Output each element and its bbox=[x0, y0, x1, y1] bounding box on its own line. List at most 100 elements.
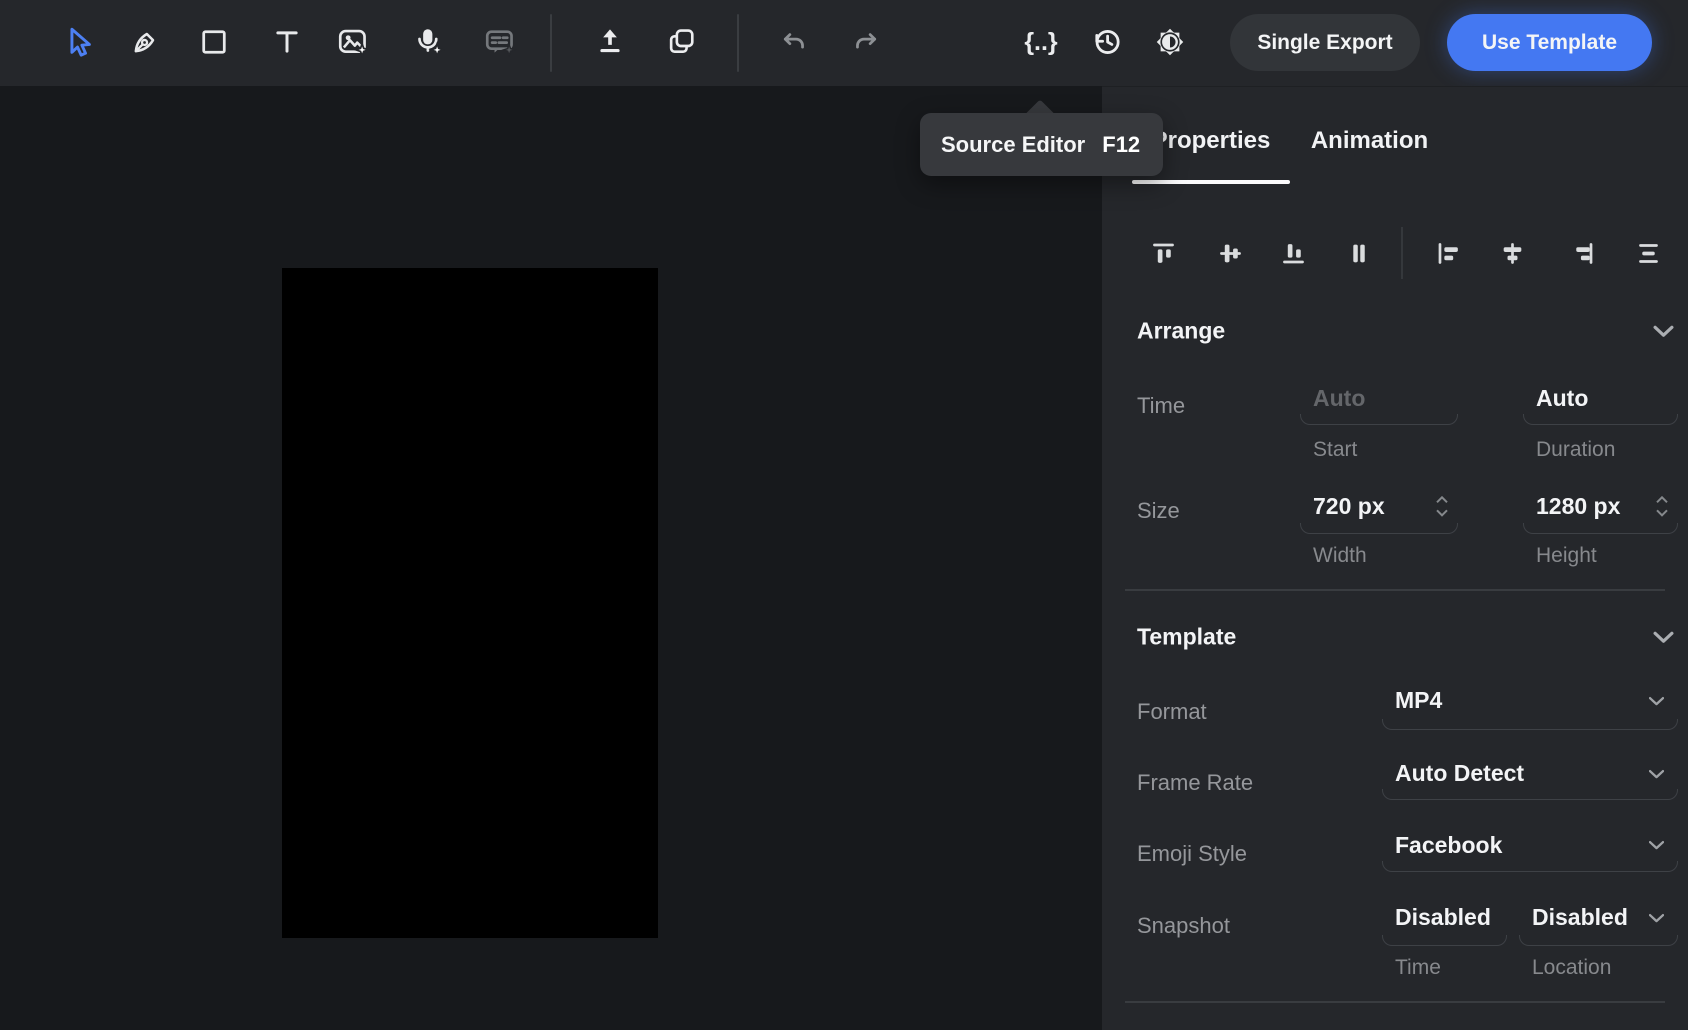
use-template-label: Use Template bbox=[1482, 31, 1617, 55]
align-row-divider bbox=[1401, 227, 1403, 279]
frame-rate-dropdown-chevron bbox=[1649, 766, 1664, 784]
snapshot-time-field[interactable]: Disabled bbox=[1382, 899, 1507, 946]
format-dropdown-chevron bbox=[1649, 693, 1664, 711]
width-stepper[interactable] bbox=[1434, 492, 1450, 524]
align-center-button[interactable] bbox=[1492, 233, 1532, 273]
rectangle-icon bbox=[198, 26, 230, 58]
height-stepper[interactable] bbox=[1654, 492, 1670, 524]
time-start-field[interactable] bbox=[1300, 381, 1458, 425]
redo-button[interactable] bbox=[843, 20, 887, 64]
snapshot-label: Snapshot bbox=[1137, 913, 1230, 939]
appearance-settings-button[interactable] bbox=[1148, 20, 1192, 64]
ai-image-icon bbox=[336, 25, 370, 59]
undo-icon bbox=[779, 26, 811, 58]
time-duration-field[interactable]: Auto bbox=[1523, 381, 1678, 425]
align-left-icon bbox=[1435, 240, 1462, 267]
height-field-underline bbox=[1523, 523, 1678, 534]
frame-rate-dropdown[interactable]: Auto Detect bbox=[1382, 757, 1678, 800]
size-label: Size bbox=[1137, 498, 1180, 524]
width-field-underline bbox=[1300, 523, 1458, 534]
tab-animation[interactable]: Animation bbox=[1297, 117, 1442, 165]
pen-icon bbox=[129, 26, 161, 58]
undo-button[interactable] bbox=[773, 20, 817, 64]
align-top-button[interactable] bbox=[1143, 233, 1183, 273]
distribute-vertical-icon bbox=[1635, 240, 1662, 267]
frame-rate-underline bbox=[1382, 789, 1678, 800]
time-label: Time bbox=[1137, 393, 1185, 419]
align-bottom-button[interactable] bbox=[1273, 233, 1313, 273]
shape-tool-button[interactable] bbox=[192, 20, 236, 64]
select-cursor-icon bbox=[61, 25, 95, 59]
canvas-area[interactable] bbox=[0, 86, 1102, 1030]
ai-voiceover-tool-button[interactable] bbox=[406, 20, 450, 64]
height-sublabel: Height bbox=[1536, 544, 1597, 568]
height-field[interactable]: 1280 px bbox=[1523, 489, 1678, 534]
tab-animation-label: Animation bbox=[1311, 127, 1428, 155]
pen-tool-button[interactable] bbox=[123, 20, 167, 64]
snapshot-location-underline bbox=[1519, 935, 1678, 946]
distribute-vertical-button[interactable] bbox=[1628, 233, 1668, 273]
text-tool-button[interactable] bbox=[265, 20, 309, 64]
upload-button[interactable] bbox=[588, 20, 632, 64]
emoji-style-value: Facebook bbox=[1382, 828, 1678, 862]
duration-value[interactable]: Auto bbox=[1523, 381, 1678, 415]
tab-properties-label: Properties bbox=[1152, 127, 1271, 155]
ai-image-tool-button[interactable] bbox=[331, 20, 375, 64]
active-tab-indicator bbox=[1132, 180, 1290, 184]
duration-sublabel: Duration bbox=[1536, 438, 1615, 462]
text-icon bbox=[271, 26, 303, 58]
version-history-icon bbox=[1090, 25, 1124, 59]
section-divider-2 bbox=[1125, 1001, 1665, 1003]
distribute-horizontal-button[interactable] bbox=[1338, 233, 1378, 273]
align-top-icon bbox=[1150, 240, 1177, 267]
emoji-style-underline bbox=[1382, 861, 1678, 872]
arrange-title: Arrange bbox=[1137, 318, 1225, 345]
ai-voiceover-microphone-icon bbox=[411, 25, 445, 59]
format-dropdown[interactable]: MP4 bbox=[1382, 681, 1678, 730]
start-field-underline bbox=[1300, 414, 1458, 425]
align-middle-icon bbox=[1217, 240, 1244, 267]
emoji-style-dropdown[interactable]: Facebook bbox=[1382, 828, 1678, 872]
ai-captions-icon bbox=[483, 25, 517, 59]
source-editor-tooltip: Source Editor F12 bbox=[920, 113, 1163, 176]
template-title: Template bbox=[1137, 624, 1236, 651]
format-value: MP4 bbox=[1382, 681, 1678, 720]
snapshot-time-sublabel: Time bbox=[1395, 956, 1441, 980]
section-divider-1 bbox=[1125, 589, 1665, 591]
format-underline bbox=[1382, 719, 1678, 730]
select-tool-button[interactable] bbox=[56, 20, 100, 64]
snapshot-time-value[interactable]: Disabled bbox=[1382, 899, 1507, 936]
snapshot-time-underline bbox=[1382, 935, 1507, 946]
toolbar-divider-1 bbox=[550, 14, 552, 72]
snapshot-location-chevron bbox=[1649, 910, 1664, 928]
duplicate-button[interactable] bbox=[660, 20, 704, 64]
duration-field-underline bbox=[1523, 414, 1678, 425]
source-editor-button[interactable]: {..} bbox=[1019, 20, 1063, 64]
emoji-style-dropdown-chevron bbox=[1649, 837, 1664, 855]
use-template-button[interactable]: Use Template bbox=[1447, 14, 1652, 71]
align-left-button[interactable] bbox=[1428, 233, 1468, 273]
tooltip-label: Source Editor bbox=[941, 132, 1085, 158]
upload-icon bbox=[594, 26, 626, 58]
start-sublabel: Start bbox=[1313, 438, 1357, 462]
duplicate-icon bbox=[666, 26, 698, 58]
snapshot-location-sublabel: Location bbox=[1532, 956, 1611, 980]
template-section-header[interactable]: Template bbox=[1102, 615, 1688, 659]
start-input[interactable] bbox=[1300, 381, 1458, 415]
template-collapse-chevron[interactable] bbox=[1648, 625, 1678, 649]
arrange-section-header[interactable]: Arrange bbox=[1102, 309, 1688, 353]
ai-captions-tool-button[interactable] bbox=[478, 20, 522, 64]
arrange-collapse-chevron[interactable] bbox=[1648, 319, 1678, 343]
align-right-icon bbox=[1569, 240, 1596, 267]
single-export-label: Single Export bbox=[1257, 31, 1392, 55]
width-field[interactable]: 720 px bbox=[1300, 489, 1458, 534]
video-composition[interactable] bbox=[282, 268, 658, 938]
single-export-button[interactable]: Single Export bbox=[1230, 14, 1420, 71]
version-history-button[interactable] bbox=[1085, 20, 1129, 64]
snapshot-location-dropdown[interactable]: Disabled bbox=[1519, 899, 1678, 946]
width-sublabel: Width bbox=[1313, 544, 1367, 568]
align-middle-button[interactable] bbox=[1210, 233, 1250, 273]
align-right-button[interactable] bbox=[1562, 233, 1602, 273]
properties-panel: Properties Animation bbox=[1102, 86, 1688, 1030]
align-bottom-icon bbox=[1280, 240, 1307, 267]
